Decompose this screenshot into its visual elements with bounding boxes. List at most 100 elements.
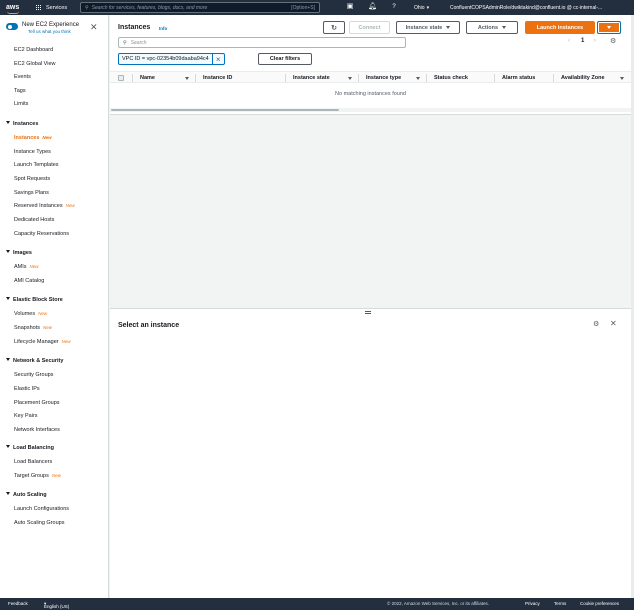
sidebar-item-savings-plans[interactable]: Savings Plans <box>14 190 49 196</box>
new-badge: New <box>38 311 48 316</box>
sort-icon[interactable] <box>348 77 352 80</box>
instances-search-input[interactable]: ⚲ Search <box>118 37 406 48</box>
copyright-text: © 2022, Amazon Web Services, Inc. or its… <box>387 601 489 606</box>
cloudshell-icon[interactable]: ▣ <box>346 3 354 11</box>
new-badge: New <box>65 203 75 208</box>
table-header: Name Instance ID Instance state Instance… <box>110 71 631 83</box>
feedback-link[interactable]: Feedback <box>8 601 28 606</box>
column-name[interactable]: Name <box>140 75 155 81</box>
sidebar-item-security-groups[interactable]: Security Groups <box>14 372 53 378</box>
sidebar-item-label: Snapshots <box>14 325 40 331</box>
sidebar-item-capacity-reservations[interactable]: Capacity Reservations <box>14 231 69 237</box>
sidebar-item-target-groups[interactable]: Target Groups New <box>14 473 61 479</box>
connect-button[interactable]: Connect <box>349 21 390 34</box>
sidebar-item-events[interactable]: Events <box>14 74 31 80</box>
filter-token-label: VPC ID = vpc-02354b09daaba94c4 <box>122 56 209 62</box>
sidebar-item-amis[interactable]: AMIs New <box>14 264 39 270</box>
actions-button[interactable]: Actions <box>466 21 518 34</box>
footer: Feedback English (US) ▾ © 2022, Amazon W… <box>0 598 634 610</box>
launch-options-dropdown[interactable] <box>597 21 621 34</box>
privacy-link[interactable]: Privacy <box>525 601 540 606</box>
gear-icon[interactable]: ⚙ <box>610 37 616 45</box>
region-label: Ohio <box>414 4 425 11</box>
global-search-input[interactable]: ⚲ Search for services, features, blogs, … <box>80 2 320 13</box>
column-status-check[interactable]: Status check <box>434 75 468 81</box>
account-menu[interactable]: ConfluentCOPSAdminRole/dwiktakind@conflu… <box>450 0 632 15</box>
sidebar-item-load-balancers[interactable]: Load Balancers <box>14 459 52 465</box>
column-instance-type[interactable]: Instance type <box>366 75 401 81</box>
sort-icon[interactable] <box>185 77 189 80</box>
sidebar-section-auto-scaling[interactable]: Auto Scaling <box>6 492 47 498</box>
refresh-icon: ↻ <box>331 24 337 32</box>
sidebar-item-elastic-ips[interactable]: Elastic IPs <box>14 386 40 392</box>
sidebar-item-launch-templates[interactable]: Launch Templates <box>14 162 59 168</box>
sidebar-section-ebs[interactable]: Elastic Block Store <box>6 297 63 303</box>
horizontal-scrollbar-thumb[interactable] <box>111 109 339 111</box>
filter-token: VPC ID = vpc-02354b09daaba94c4 × <box>118 53 225 65</box>
sort-icon[interactable] <box>620 77 624 80</box>
sidebar-section-instances[interactable]: Instances <box>6 121 38 127</box>
sidebar-section-network-security[interactable]: Network & Security <box>6 358 63 364</box>
feedback-link[interactable]: Tell us what you think <box>22 29 79 34</box>
bell-icon[interactable]: 🔔︎ <box>368 3 377 11</box>
remove-filter-icon[interactable]: × <box>211 53 224 65</box>
actions-label: Actions <box>477 24 499 31</box>
services-menu[interactable]: Services <box>36 4 67 11</box>
sidebar-item-reserved-instances[interactable]: Reserved Instances New <box>14 203 75 209</box>
sidebar-item-ec2-dashboard[interactable]: EC2 Dashboard <box>14 47 53 53</box>
aws-logo-text: aws <box>6 4 20 11</box>
refresh-button[interactable]: ↻ <box>323 21 345 34</box>
sidebar-item-snapshots[interactable]: Snapshots New <box>14 325 52 331</box>
sidebar: New EC2 Experience Tell us what you thin… <box>0 15 109 598</box>
page-number[interactable]: 1 <box>581 38 584 44</box>
section-title: Elastic Block Store <box>13 297 63 303</box>
terms-link[interactable]: Terms <box>554 601 566 606</box>
new-experience-title: New EC2 Experience <box>22 22 80 28</box>
column-instance-id[interactable]: Instance ID <box>203 75 232 81</box>
clear-filters-button[interactable]: Clear filters <box>258 53 312 65</box>
column-alarm-status[interactable]: Alarm status <box>502 75 535 81</box>
sidebar-item-dedicated-hosts[interactable]: Dedicated Hosts <box>14 217 54 223</box>
global-search-placeholder: Search for services, features, blogs, do… <box>91 4 208 11</box>
close-sidebar-icon[interactable]: ✕ <box>90 23 98 32</box>
cookie-preferences-link[interactable]: Cookie preferences <box>580 601 619 606</box>
column-availability-zone[interactable]: Availability Zone <box>561 75 605 81</box>
new-experience-toggle[interactable] <box>6 23 18 30</box>
search-icon: ⚲ <box>85 4 89 11</box>
sidebar-item-instances[interactable]: Instances New <box>14 135 52 141</box>
sidebar-item-launch-configurations[interactable]: Launch Configurations <box>14 506 69 512</box>
sidebar-item-limits[interactable]: Limits <box>14 101 28 107</box>
resize-handle[interactable] <box>365 311 371 314</box>
sidebar-item-instance-types[interactable]: Instance Types <box>14 149 51 155</box>
sidebar-item-key-pairs[interactable]: Key Pairs <box>14 413 38 419</box>
sort-icon[interactable] <box>416 77 420 80</box>
sidebar-item-ami-catalog[interactable]: AMI Catalog <box>14 278 44 284</box>
next-page-icon[interactable]: › <box>594 38 596 44</box>
sidebar-item-label: Target Groups <box>14 473 49 479</box>
prev-page-icon[interactable]: ‹ <box>568 38 570 44</box>
help-icon[interactable]: ? <box>390 3 398 11</box>
instance-state-button[interactable]: Instance state <box>396 21 460 34</box>
launch-instances-button[interactable]: Launch instances <box>525 21 595 34</box>
sidebar-item-tags[interactable]: Tags <box>14 88 26 94</box>
column-instance-state[interactable]: Instance state <box>293 75 330 81</box>
sidebar-item-auto-scaling-groups[interactable]: Auto Scaling Groups <box>14 520 64 526</box>
sidebar-item-volumes[interactable]: Volumes New <box>14 311 47 317</box>
close-icon[interactable]: ✕ <box>610 319 617 328</box>
select-all-checkbox[interactable] <box>118 75 124 81</box>
page-title: Instances <box>118 24 151 31</box>
sidebar-item-spot-requests[interactable]: Spot Requests <box>14 176 50 182</box>
sidebar-section-load-balancing[interactable]: Load Balancing <box>6 445 54 451</box>
sidebar-item-placement-groups[interactable]: Placement Groups <box>14 400 60 406</box>
gear-icon[interactable]: ⚙ <box>593 320 599 328</box>
sidebar-section-images[interactable]: Images <box>6 250 32 256</box>
region-selector[interactable]: Ohio ▾ <box>414 0 429 15</box>
new-badge: New <box>51 473 61 478</box>
language-selector[interactable]: English (US) ▾ <box>44 601 69 609</box>
info-link[interactable]: Info <box>159 26 167 31</box>
sidebar-item-lifecycle-manager[interactable]: Lifecycle Manager New <box>14 339 71 345</box>
sidebar-item-network-interfaces[interactable]: Network Interfaces <box>14 427 60 433</box>
aws-logo[interactable]: aws <box>6 4 26 14</box>
sidebar-item-ec2-global-view[interactable]: EC2 Global View <box>14 61 55 67</box>
new-badge: New <box>61 339 71 344</box>
